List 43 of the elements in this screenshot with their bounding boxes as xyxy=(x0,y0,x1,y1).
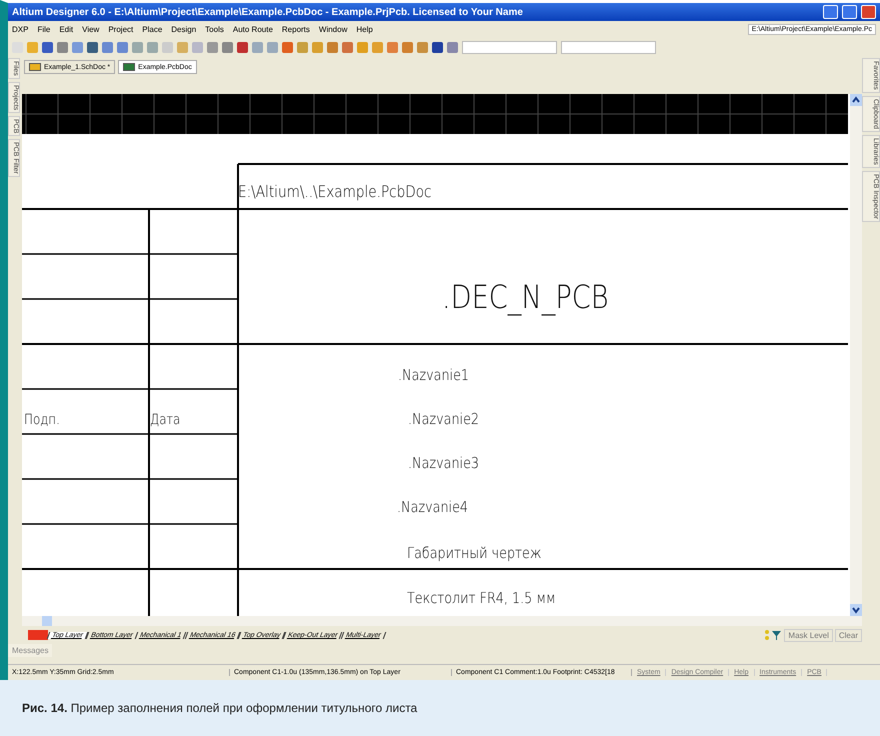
maximize-button[interactable] xyxy=(842,5,857,19)
filter-icon[interactable] xyxy=(764,629,782,641)
sheet-icon xyxy=(29,63,41,71)
tool-icon[interactable] xyxy=(42,42,53,52)
figure-caption: Рис. 14. Пример заполнения полей при оформлении титульного листа xyxy=(22,701,418,715)
material-text: Текстолит FR4, 1.5 мм xyxy=(407,589,556,607)
name-text: .Nazvanie4 xyxy=(397,498,468,516)
name-text: .Nazvanie1 xyxy=(398,366,470,384)
menu-item[interactable]: Place xyxy=(142,25,162,34)
menu-item[interactable]: View xyxy=(82,25,100,34)
vertical-scrollbar[interactable] xyxy=(850,94,862,616)
name-text: .Nazvanie3 xyxy=(408,454,480,472)
drawing-type-text: Габаритный чертеж xyxy=(407,544,542,562)
minimize-button[interactable] xyxy=(823,5,838,19)
filter-combo[interactable] xyxy=(561,40,656,54)
signature-label: Подп. xyxy=(24,412,60,428)
menu-item[interactable]: Help xyxy=(356,25,373,34)
tool-icon[interactable] xyxy=(432,42,443,52)
mask-level-button[interactable]: Mask Level xyxy=(784,628,833,642)
date-label: Дата xyxy=(150,412,180,428)
board-icon xyxy=(123,63,136,71)
layer-combo[interactable] xyxy=(462,40,557,54)
name-text: .Nazvanie2 xyxy=(408,410,480,428)
file-path-text: E:\Altium\..\Example.PcbDoc xyxy=(238,182,432,201)
horizontal-scrollbar[interactable] xyxy=(22,616,862,626)
menu-item[interactable]: Reports xyxy=(282,25,310,34)
window-title: Altium Designer 6.0 - E:\Altium\Project\Example\Example.PcbDoc - Example.PrjPcb. Licensed to Your Name xyxy=(12,6,524,18)
menu-item[interactable]: File xyxy=(37,25,50,34)
down-arrow-icon[interactable] xyxy=(850,604,862,616)
menu-item[interactable]: Project xyxy=(108,25,134,34)
menu-item[interactable]: Tools xyxy=(205,25,224,34)
scroll-thumb[interactable] xyxy=(42,616,52,626)
designation-text: .DEC_N_PCB xyxy=(442,278,609,316)
close-button[interactable] xyxy=(861,5,876,19)
menu-item[interactable]: Auto Route xyxy=(232,25,273,34)
menu-item[interactable]: Window xyxy=(318,25,348,34)
menu-item[interactable]: Edit xyxy=(59,25,74,34)
up-arrow-icon[interactable] xyxy=(850,94,862,106)
menu-item[interactable]: DXP xyxy=(12,25,28,34)
tool-icon[interactable] xyxy=(237,42,248,52)
clear-button[interactable]: Clear xyxy=(834,628,862,642)
tool-icon[interactable] xyxy=(87,42,98,52)
menu-item[interactable]: Design xyxy=(171,25,196,34)
